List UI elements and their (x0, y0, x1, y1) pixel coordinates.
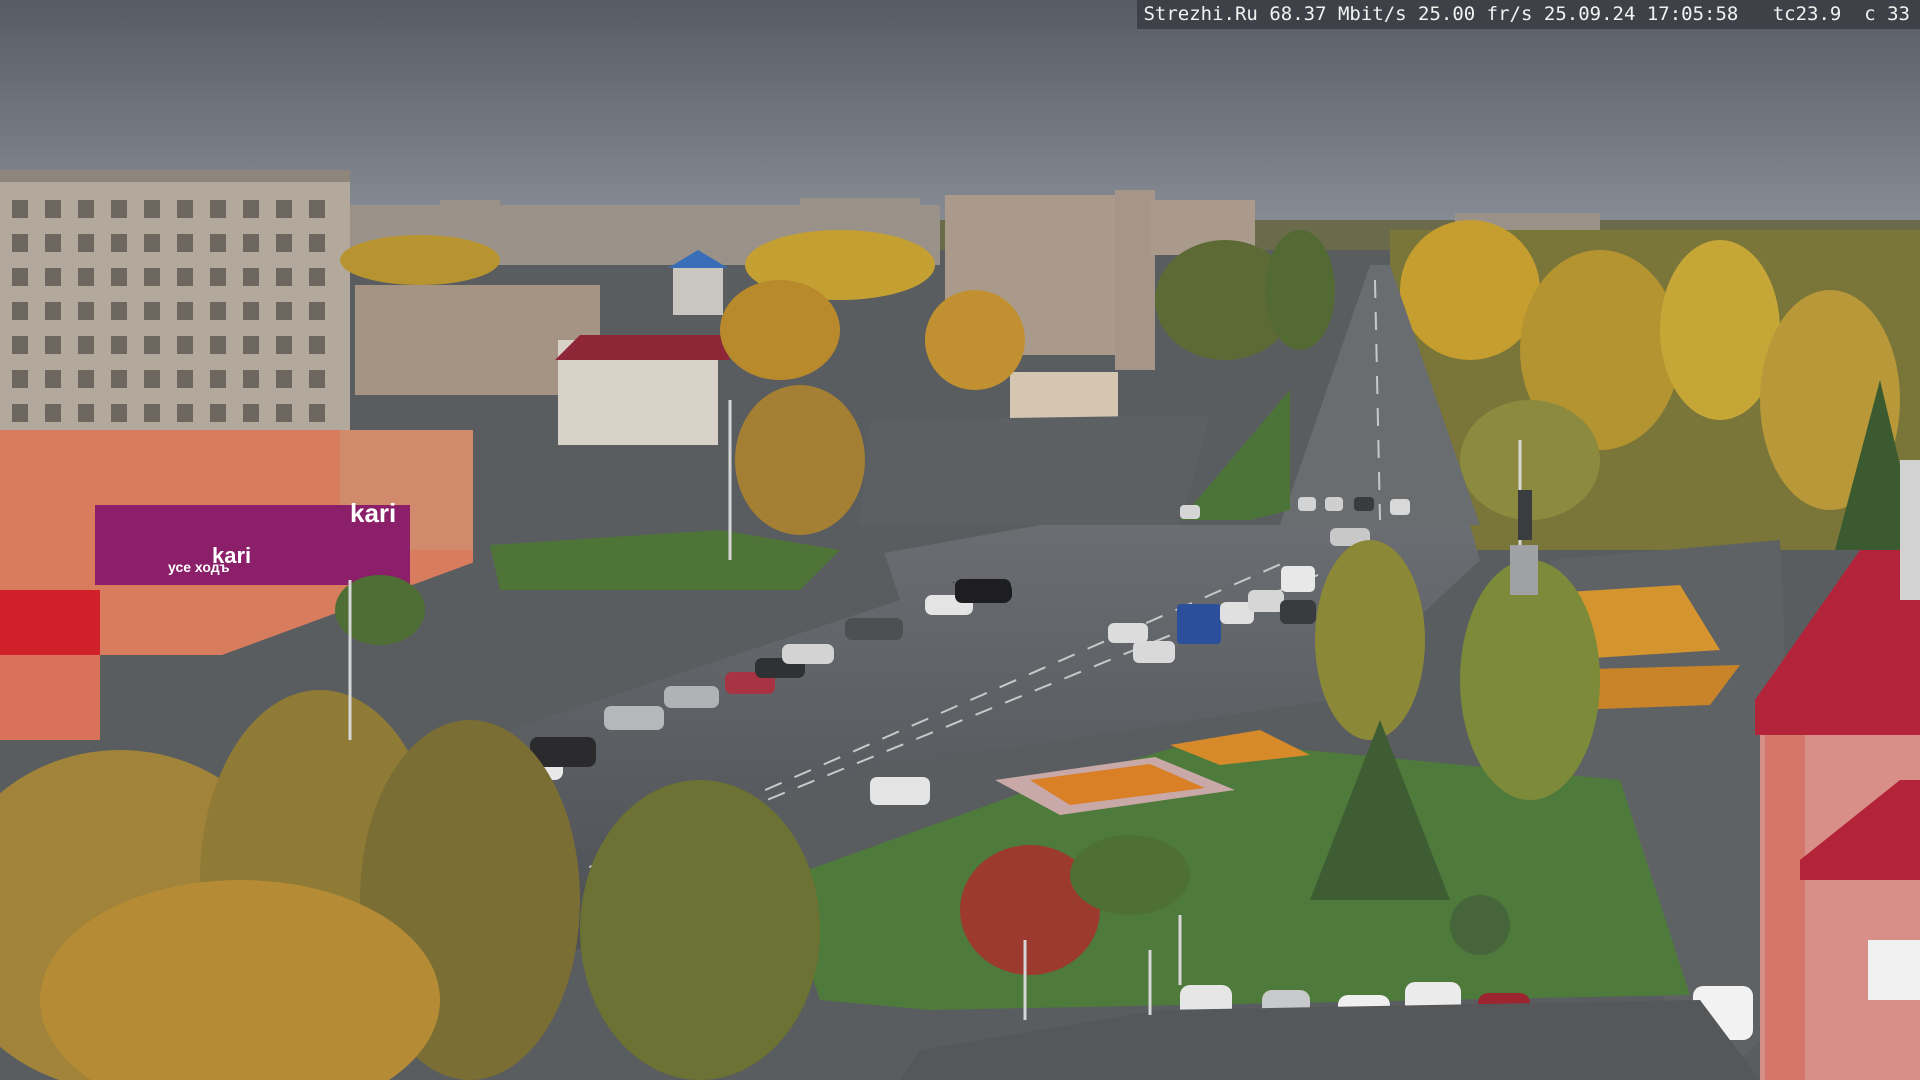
apartment-window (276, 302, 292, 320)
apartment-window (177, 200, 193, 218)
apartment-window (276, 370, 292, 388)
apartment-window (111, 302, 127, 320)
monument-statue (1518, 490, 1532, 540)
apartment-window (144, 302, 160, 320)
apartment-window (177, 268, 193, 286)
apartment-window (144, 336, 160, 354)
apartment-window (45, 234, 61, 252)
apartment-window (276, 200, 292, 218)
apartment-window (243, 404, 259, 422)
apartment-window (276, 234, 292, 252)
apartment-window (45, 302, 61, 320)
building-red-roof-top (555, 335, 730, 360)
apartment-window (144, 200, 160, 218)
kari-logo-sign: kari (350, 498, 396, 528)
osd-counter: c 33 (1864, 3, 1910, 25)
apartment-window (78, 370, 94, 388)
osd-framerate: 25.00 fr/s (1418, 3, 1533, 25)
apartment-window (144, 370, 160, 388)
apartment-window (177, 302, 193, 320)
apartment-window (45, 370, 61, 388)
apartment-window (45, 404, 61, 422)
kari-slogan-logo: kari (212, 543, 251, 568)
plaza (860, 415, 1210, 525)
apartment-window (12, 302, 28, 320)
apartment-window (243, 200, 259, 218)
apartment-window (210, 268, 226, 286)
apartment-window (210, 302, 226, 320)
apartment-window (210, 234, 226, 252)
osd-temperature: tc23.9 (1772, 3, 1842, 25)
osd-time: 17:05:58 (1646, 3, 1739, 25)
osd-date: 25.09.24 (1543, 3, 1636, 25)
apartment-window (309, 370, 325, 388)
apartment-window (78, 336, 94, 354)
apartment-window (210, 370, 226, 388)
apartment-window (243, 302, 259, 320)
apartment-window (144, 234, 160, 252)
apartment-window (12, 268, 28, 286)
apartment-window (243, 234, 259, 252)
apartment-window (111, 268, 127, 286)
apartment-window (177, 234, 193, 252)
apartment-window (144, 268, 160, 286)
apartment-window (243, 336, 259, 354)
apartment-window (309, 234, 325, 252)
apartment-window (177, 370, 193, 388)
apartment-window (210, 336, 226, 354)
apartment-window (111, 404, 127, 422)
apartment-window (144, 404, 160, 422)
apartment-window (276, 404, 292, 422)
apartment-window (309, 336, 325, 354)
apartment-window (177, 404, 193, 422)
pylon-right-edge (1900, 460, 1920, 600)
monument-pedestal (1510, 545, 1538, 595)
apartment-window (78, 302, 94, 320)
apartment-window (12, 404, 28, 422)
apartment-window (12, 234, 28, 252)
apartment-window (78, 404, 94, 422)
apartment-window (78, 268, 94, 286)
apartment-window (111, 200, 127, 218)
apartment-window (45, 200, 61, 218)
osd-site: Strezhi.Ru (1143, 3, 1258, 25)
apartment-window (210, 200, 226, 218)
apartment-window (111, 336, 127, 354)
apartment-window (309, 268, 325, 286)
apartment-window (276, 268, 292, 286)
small-building-center (1010, 372, 1118, 420)
apartment-window (309, 302, 325, 320)
apartment-window (12, 336, 28, 354)
apartment-window (12, 200, 28, 218)
apartment-window (243, 268, 259, 286)
apartment-window (243, 370, 259, 388)
apartment-window (45, 268, 61, 286)
apartment-window (111, 370, 127, 388)
osd-bitrate: 68.37 Mbit/s (1269, 3, 1407, 25)
apartment-window (309, 200, 325, 218)
apartment-window (309, 404, 325, 422)
apartment-window (177, 336, 193, 354)
apartment-window (45, 336, 61, 354)
tower-blue-roof (673, 265, 723, 315)
apartment-window (78, 234, 94, 252)
apartment-window (276, 336, 292, 354)
camera-osd-bar: Strezhi.Ru 68.37 Mbit/s 25.00 fr/s 25.09… (1137, 0, 1920, 29)
apartment-window (12, 370, 28, 388)
apartment-window (210, 404, 226, 422)
webcam-scene: kari усе ходъ kari (0, 0, 1920, 1080)
apartment-window (111, 234, 127, 252)
apartment-window (78, 200, 94, 218)
